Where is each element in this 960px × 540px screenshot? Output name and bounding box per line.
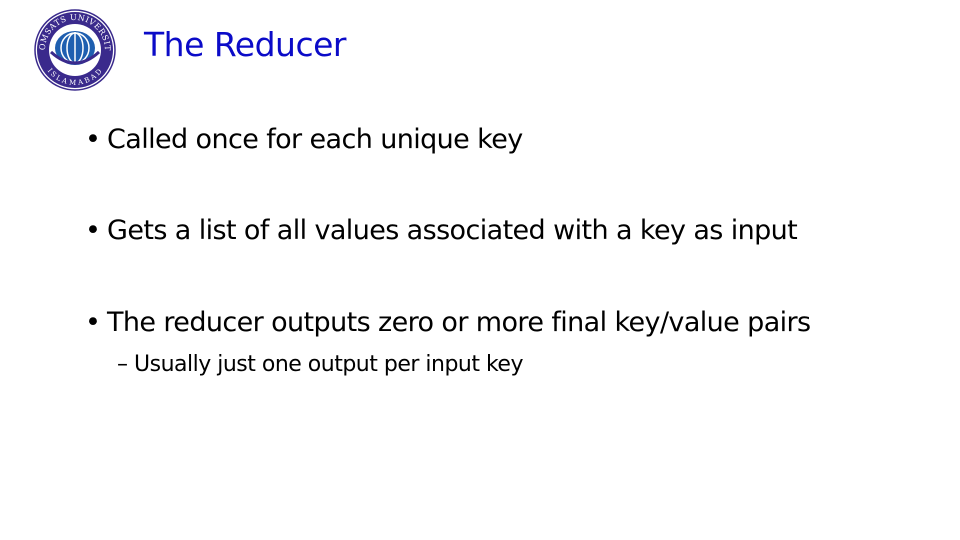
sub-bullet-marker: –	[117, 352, 128, 377]
bullet-item: • Called once for each unique key	[85, 123, 523, 157]
university-logo: COMSATS UNIVERSITY ISLAMABAD	[29, 1, 117, 92]
bullet-text: The reducer outputs zero or more final k…	[107, 307, 811, 338]
bullet-marker: •	[85, 215, 101, 246]
bullet-item: • The reducer outputs zero or more final …	[85, 306, 811, 340]
university-seal-icon: COMSATS UNIVERSITY ISLAMABAD	[29, 1, 116, 91]
bullet-marker: •	[85, 307, 101, 338]
bullet-text: Gets a list of all values associated wit…	[107, 215, 798, 246]
slide-title: The Reducer	[144, 25, 347, 64]
bullet-marker: •	[85, 124, 101, 155]
bullet-text: Called once for each unique key	[107, 124, 523, 155]
bullet-item: • Gets a list of all values associated wi…	[85, 214, 798, 248]
sub-bullet-text: Usually just one output per input key	[134, 352, 523, 377]
sub-bullet-item: – Usually just one output per input key	[117, 351, 523, 379]
